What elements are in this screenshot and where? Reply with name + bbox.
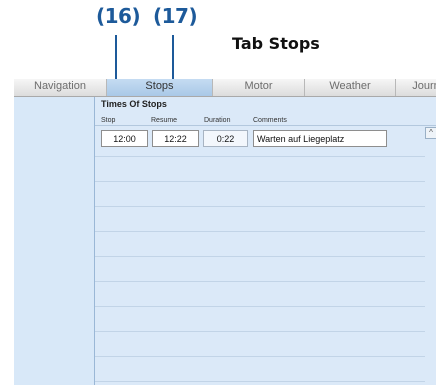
section-title: Times Of Stops (101, 99, 167, 109)
tab-navigation[interactable]: Navigation (14, 79, 107, 96)
list-divider (95, 331, 425, 332)
tab-stops[interactable]: Stops (107, 79, 213, 96)
comment-field[interactable]: Warten auf Liegeplatz (253, 130, 387, 147)
tab-bar: Navigation Stops Motor Weather Journ (14, 79, 436, 97)
tab-motor[interactable]: Motor (213, 79, 305, 96)
list-divider (95, 231, 425, 232)
list-divider (95, 206, 425, 207)
page-heading: Tab Stops (232, 34, 320, 53)
stop-time-field[interactable]: 12:00 (101, 130, 148, 147)
list-divider (95, 281, 425, 282)
list-divider (95, 306, 425, 307)
stops-content: Times Of Stops Stop Resume Duration Comm… (94, 97, 436, 385)
list-divider (95, 256, 425, 257)
stops-list[interactable] (95, 125, 436, 385)
duration-field: 0:22 (203, 130, 248, 147)
app-window: Navigation Stops Motor Weather Journ Tim… (14, 79, 436, 385)
list-divider (95, 181, 425, 182)
left-panel (14, 97, 94, 385)
col-label-comments: Comments (253, 117, 287, 124)
col-label-stop: Stop (101, 117, 116, 124)
resume-time-field[interactable]: 12:22 (152, 130, 199, 147)
callout-17: (17) (153, 4, 198, 28)
scroll-up-arrow-icon[interactable]: ^ (425, 127, 436, 139)
col-label-duration: Duration (204, 117, 231, 124)
tab-journal[interactable]: Journ (396, 79, 436, 96)
list-divider (95, 381, 425, 382)
list-divider (95, 156, 425, 157)
col-label-resume: Resume (151, 117, 178, 124)
tab-weather[interactable]: Weather (305, 79, 396, 96)
list-divider (95, 356, 425, 357)
callout-16: (16) (96, 4, 141, 28)
